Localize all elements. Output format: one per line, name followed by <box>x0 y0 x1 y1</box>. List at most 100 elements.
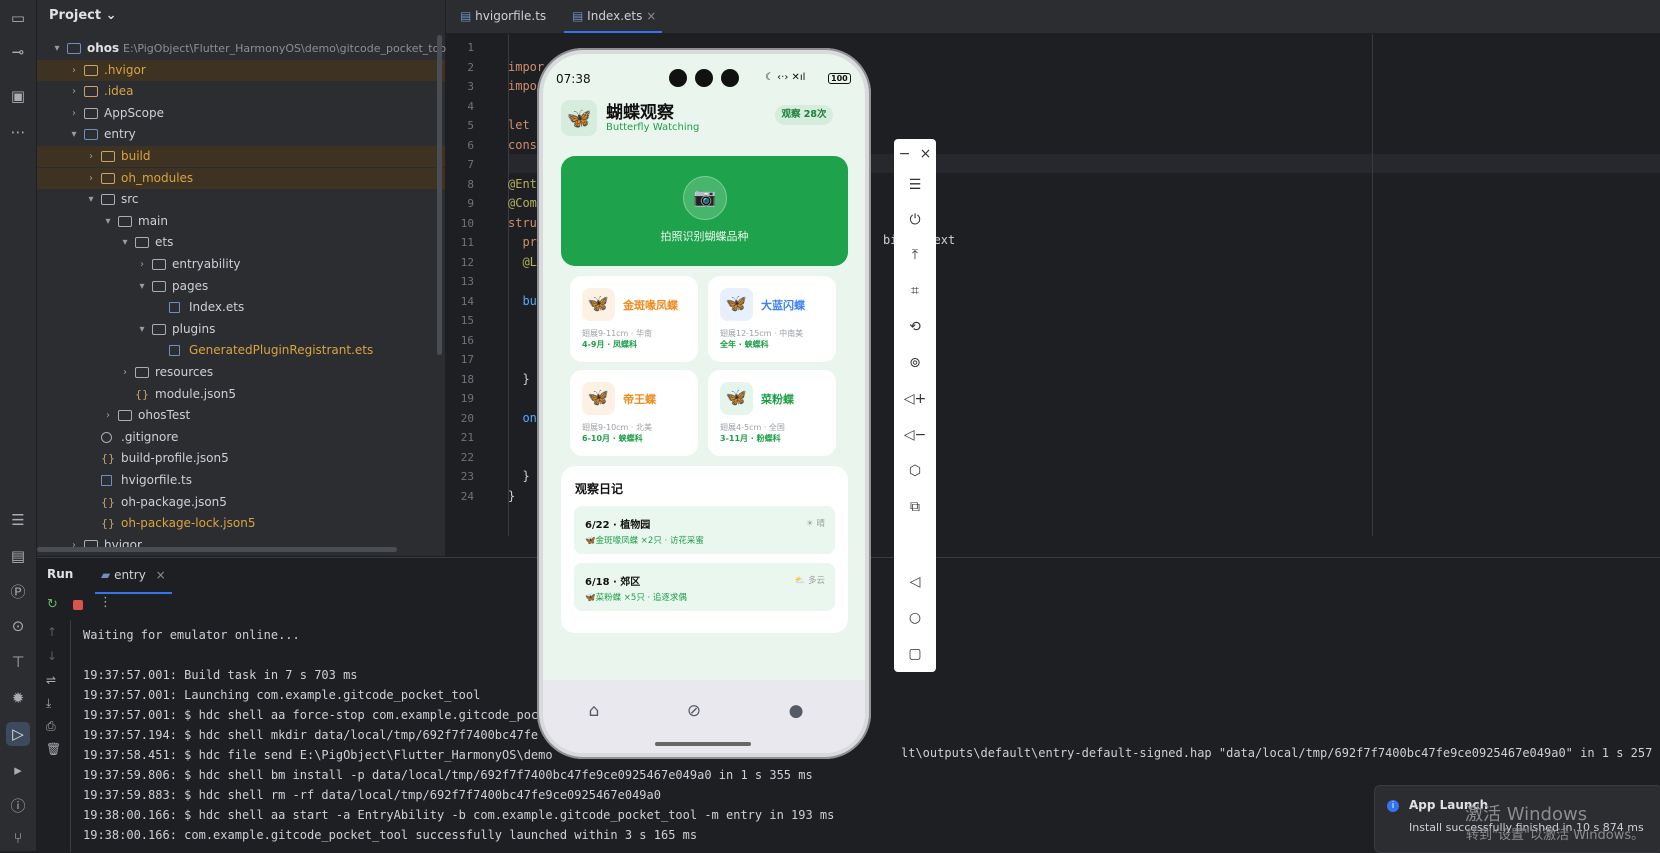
compass-icon[interactable]: ⊘ <box>683 700 705 722</box>
tree-item[interactable]: › .idea <box>37 81 445 102</box>
chevron-right-icon[interactable]: › <box>136 254 148 275</box>
tree-item[interactable]: › entryability <box>37 254 445 275</box>
tree-item[interactable]: ▾ entry <box>37 124 445 145</box>
chevron-down-icon[interactable]: ▾ <box>119 232 131 253</box>
close-tab-icon[interactable]: × <box>646 9 656 23</box>
home-circle-icon[interactable]: ○ <box>894 607 936 629</box>
scroll-up-icon[interactable]: ↑ <box>47 625 57 639</box>
tree-item[interactable]: ▾ main <box>37 211 445 232</box>
chevron-down-icon[interactable]: ▾ <box>51 38 63 59</box>
tree-item[interactable]: .gitignore <box>37 427 445 448</box>
butterfly-card[interactable]: 🦋 帝王蝶 翅展9-10cm · 北美 6-10月 · 蛱蝶科 <box>570 370 698 456</box>
chevron-down-icon[interactable]: ▾ <box>136 319 148 340</box>
minimize-icon[interactable]: − <box>894 143 915 165</box>
run-icon[interactable]: ▷ <box>6 722 30 746</box>
print-icon[interactable]: ⎙ <box>46 719 56 734</box>
chevron-right-icon[interactable]: › <box>85 168 97 189</box>
diary-entry[interactable]: 6/18 · 郊区 ⛅ 多云 🦋菜粉蝶 ×5只 · 追逐求偶 <box>574 563 835 611</box>
tree-item[interactable]: › oh_modules <box>37 167 445 189</box>
tree-item[interactable]: {} oh-package-lock.json5 <box>37 513 445 534</box>
rerun-icon[interactable]: ↻ <box>47 597 58 612</box>
project-folder-icon[interactable]: ▭ <box>6 6 30 30</box>
diary-entry[interactable]: 6/22 · 植物园 ☀ 晴 🦋金斑喙凤蝶 ×2只 · 访花采蜜 <box>574 506 835 554</box>
tree-item[interactable]: ▾ src <box>37 189 445 210</box>
commit-icon[interactable]: ⊸ <box>6 40 30 64</box>
crop-icon[interactable]: ⌗ <box>894 280 936 302</box>
multi-device-icon[interactable]: ⧉ <box>894 496 936 518</box>
build-icon[interactable]: ⊤ <box>6 650 30 674</box>
fold-icon[interactable]: ⬡ <box>894 460 936 482</box>
project-horizontal-scrollbar[interactable] <box>37 547 397 552</box>
scroll-down-icon[interactable]: ↓ <box>47 649 57 663</box>
tree-item[interactable]: GeneratedPluginRegistrant.ets <box>37 340 445 361</box>
power-icon[interactable]: ⏻ <box>894 209 936 231</box>
profile-icon[interactable]: ● <box>785 700 807 722</box>
butterfly-logo-icon: 🦋 <box>561 100 597 136</box>
tree-item[interactable]: › ohosTest <box>37 405 445 426</box>
chevron-right-icon[interactable]: › <box>68 535 80 556</box>
tree-item[interactable]: {} build-profile.json5 <box>37 448 445 469</box>
notifications-icon[interactable]: ⓘ <box>6 794 30 818</box>
structure-icon[interactable]: ▣ <box>6 84 30 108</box>
chevron-down-icon[interactable]: ▾ <box>85 189 97 210</box>
close-icon[interactable]: × <box>915 143 936 165</box>
tree-item[interactable]: ▾ plugins <box>37 319 445 340</box>
recents-icon[interactable]: ▢ <box>894 643 936 665</box>
tree-item[interactable]: ▾ ets <box>37 232 445 253</box>
phone-screen[interactable]: 07:38 ☾ ‹·› ✕ıl 100 🦋 蝴蝶观察 Butterfly Wat… <box>543 54 865 753</box>
profiler-icon[interactable]: Ⓟ <box>6 580 30 604</box>
tree-item[interactable]: › AppScope <box>37 103 445 124</box>
tree-item[interactable]: hvigorfile.ts <box>37 470 445 491</box>
camera-icon[interactable]: 📷 <box>683 176 727 220</box>
more-icon[interactable]: ⋯ <box>6 120 30 144</box>
tree-item[interactable]: ▾ pages <box>37 276 445 297</box>
close-run-tab-icon[interactable]: × <box>156 568 166 582</box>
camera-identify-card[interactable]: 📷 拍照识别蝴蝶品种 <box>561 156 848 266</box>
chevron-right-icon[interactable]: › <box>68 60 80 81</box>
screenshot-icon[interactable]: ⊚ <box>894 352 936 374</box>
volume-down-icon[interactable]: ◁− <box>894 424 936 446</box>
tree-item[interactable]: {} module.json5 <box>37 384 445 405</box>
clear-all-icon[interactable]: 🗑 <box>46 742 61 756</box>
chevron-down-icon[interactable]: ▾ <box>136 276 148 297</box>
tree-item[interactable]: {} oh-package.json5 <box>37 492 445 513</box>
tree-item[interactable]: ▾ ohos E:\PigObject\Flutter_HarmonyOS\demo… <box>37 38 466 59</box>
more-options-icon[interactable]: ⋮ <box>99 595 112 610</box>
tree-item[interactable]: › build <box>37 146 445 167</box>
home-indicator[interactable] <box>655 742 751 746</box>
tree-item[interactable]: › resources <box>37 362 445 383</box>
project-vertical-scrollbar[interactable] <box>437 35 442 355</box>
problems-icon[interactable]: ▤ <box>6 544 30 568</box>
butterfly-card[interactable]: 🦋 大蓝闪蝶 翅展12-15cm · 中南美 全年 · 蛱蝶科 <box>708 276 836 362</box>
butterfly-card[interactable]: 🦋 菜粉蝶 翅展4-5cm · 全国 3-11月 · 粉蝶科 <box>708 370 836 456</box>
terminal-icon[interactable]: ▸ <box>6 758 30 782</box>
chevron-down-icon[interactable]: ▾ <box>102 211 114 232</box>
tree-item[interactable]: › hvigor <box>37 535 445 556</box>
chevron-right-icon[interactable]: › <box>68 103 80 124</box>
services-icon[interactable]: ⊙ <box>6 614 30 638</box>
git-icon[interactable]: ⑂ <box>6 826 30 850</box>
tree-item[interactable]: › .hvigor <box>37 59 445 81</box>
menu-icon[interactable]: ☰ <box>894 174 936 196</box>
run-tab-entry[interactable]: ▰ entry × <box>95 558 172 594</box>
chevron-right-icon[interactable]: › <box>102 405 114 426</box>
scroll-to-end-icon[interactable]: ⤓ <box>46 696 51 711</box>
chevron-right-icon[interactable]: › <box>68 81 80 102</box>
rotate-icon[interactable]: ⟲ <box>894 316 936 338</box>
chevron-right-icon[interactable]: › <box>119 362 131 383</box>
project-view-selector[interactable]: Project ⌄ <box>49 8 117 23</box>
back-icon[interactable]: ◁ <box>894 571 936 593</box>
soft-wrap-icon[interactable]: ⇌ <box>46 673 56 687</box>
home-icon[interactable]: ⌂ <box>583 700 605 722</box>
tree-item[interactable]: Index.ets <box>37 297 445 318</box>
stop-icon[interactable] <box>73 600 83 610</box>
debug-icon[interactable]: ✹ <box>6 686 30 710</box>
todo-icon[interactable]: ☰ <box>6 508 30 532</box>
tab-hvigorfile[interactable]: ▤ hvigorfile.ts <box>460 0 546 33</box>
top-icon[interactable]: ⤒ <box>894 244 936 266</box>
tab-index-ets[interactable]: ▤ Index.ets × <box>564 0 662 33</box>
volume-up-icon[interactable]: ◁+ <box>894 388 936 410</box>
chevron-right-icon[interactable]: › <box>85 146 97 167</box>
chevron-down-icon[interactable]: ▾ <box>68 124 80 145</box>
butterfly-card[interactable]: 🦋 金斑喙凤蝶 翅展9-11cm · 华南 4-9月 · 凤蝶科 <box>570 276 698 362</box>
